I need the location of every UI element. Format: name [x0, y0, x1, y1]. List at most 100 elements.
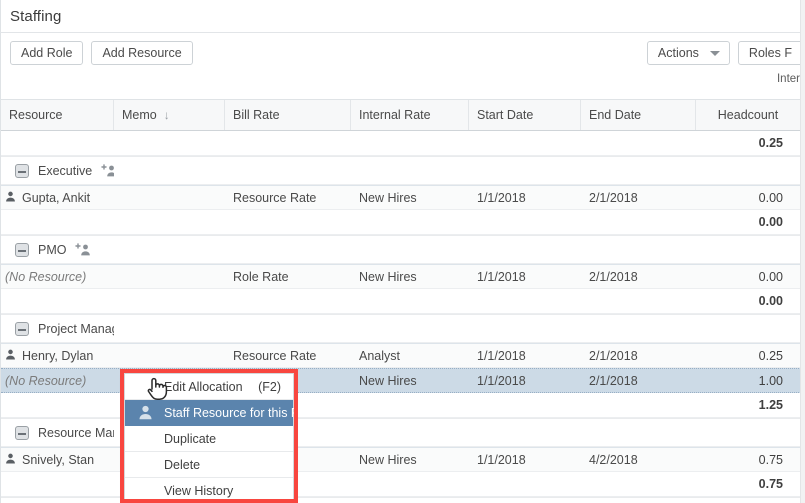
cell-start-date[interactable]: 1/1/2018 — [469, 448, 581, 471]
context-menu-item-label: Staff Resource for this Role — [164, 405, 317, 420]
table-group-row[interactable]: PMO — [1, 235, 801, 264]
page-title: Staffing — [10, 7, 62, 25]
toolbar: Add Role Add Resource Actions Roles F In… — [0, 33, 805, 99]
cell-resource[interactable]: Gupta, Ankit — [1, 186, 114, 209]
cell-bill-rate[interactable]: Resource Rate — [225, 344, 351, 367]
context-menu-item-edit-allocation[interactable]: Edit Allocation (F2) — [125, 374, 293, 400]
empty-cell — [114, 131, 225, 155]
column-header-bill-rate[interactable]: Bill Rate — [225, 100, 351, 130]
cell-resource[interactable]: Snively, Stan — [1, 448, 114, 471]
cell-headcount[interactable]: 0.00 — [696, 265, 801, 288]
cell-end-date[interactable]: 2/1/2018 — [581, 344, 696, 367]
column-header-end-date[interactable]: End Date — [581, 100, 696, 130]
roles-filter-button[interactable]: Roles F — [737, 41, 803, 65]
empty-cell — [469, 393, 581, 417]
table-group-row[interactable]: Executive — [1, 156, 801, 185]
column-header-label: Headcount — [717, 108, 779, 122]
column-header-start-date[interactable]: Start Date — [469, 100, 581, 130]
cell-start-date[interactable]: 1/1/2018 — [469, 344, 581, 367]
add-resource-button[interactable]: Add Resource — [91, 41, 193, 65]
cell-headcount[interactable]: 1.00 — [696, 369, 801, 392]
add-person-icon[interactable] — [101, 164, 114, 177]
empty-cell — [581, 472, 696, 496]
headcount-total-cell: 1.25 — [758, 398, 783, 412]
cell-end-date[interactable]: 4/2/2018 — [581, 448, 696, 471]
cell-end-date[interactable]: 2/1/2018 — [581, 265, 696, 288]
cell-memo[interactable] — [114, 265, 225, 288]
cell-memo[interactable] — [114, 344, 225, 367]
resource-name: Snively, Stan — [22, 452, 95, 467]
context-menu[interactable]: Edit Allocation (F2) Staff Resource for th… — [124, 373, 317, 503]
staffing-page: Staffing Add Role Add Resource Actions R… — [0, 0, 805, 503]
headcount-total-cell: 0.00 — [758, 215, 783, 229]
table-subtotal-row[interactable]: 0.00 — [1, 289, 801, 314]
cell-headcount[interactable]: 0.25 — [696, 344, 801, 367]
headcount-total-cell: 0.25 — [758, 136, 783, 150]
column-header-label: Start Date — [477, 108, 534, 122]
cell-internal-rate[interactable]: New Hires — [351, 448, 469, 471]
cell-headcount[interactable]: 0.00 — [696, 186, 801, 209]
empty-cell — [351, 393, 469, 417]
context-menu-item-delete[interactable]: Delete — [125, 452, 293, 478]
cell-internal-rate[interactable]: New Hires — [351, 265, 469, 288]
actions-dropdown-button[interactable]: Actions — [646, 41, 730, 65]
column-header-memo[interactable]: Memo ↓ — [114, 100, 225, 130]
add-role-button[interactable]: Add Role — [10, 41, 84, 65]
cell-bill-rate[interactable]: Role Rate — [225, 265, 351, 288]
resource-name: Henry, Dylan — [22, 348, 94, 363]
cell-end-date[interactable]: 2/1/2018 — [581, 186, 696, 209]
cell-resource[interactable]: (No Resource) — [1, 369, 114, 392]
cell-resource[interactable]: Henry, Dylan — [1, 344, 114, 367]
table-row[interactable]: (No Resource) Role Rate New Hires 1/1/2018 2… — [1, 264, 801, 289]
empty-cell — [581, 289, 696, 313]
context-menu-item-label: View History — [164, 484, 234, 498]
collapse-minus-icon[interactable] — [15, 425, 29, 440]
empty-cell — [1, 210, 114, 234]
empty-cell — [1, 472, 114, 496]
group-label: Project Manager — [38, 321, 114, 336]
cell-end-date[interactable]: 2/1/2018 — [581, 369, 696, 392]
cell-internal-rate[interactable]: New Hires — [351, 186, 469, 209]
column-header-resource[interactable]: Resource — [1, 100, 114, 130]
group-content: Resource Manag — [1, 425, 114, 440]
empty-cell — [581, 393, 696, 417]
context-menu-item-view-history[interactable]: View History — [125, 478, 293, 503]
empty-cell — [225, 289, 351, 313]
collapse-minus-icon[interactable] — [15, 321, 29, 336]
empty-cell — [351, 289, 469, 313]
context-menu-item-shortcut: (F2) — [258, 379, 281, 394]
collapse-minus-icon[interactable] — [15, 163, 29, 178]
collapse-minus-icon[interactable] — [15, 242, 29, 257]
person-icon — [5, 453, 16, 467]
add-person-icon[interactable] — [75, 243, 91, 256]
table-group-row[interactable]: Project Manager — [1, 314, 801, 343]
table-subtotal-row[interactable]: 0.00 — [1, 210, 801, 235]
empty-cell — [469, 472, 581, 496]
column-header-headcount[interactable]: Headcount — [696, 100, 801, 130]
cell-start-date[interactable]: 1/1/2018 — [469, 265, 581, 288]
table-row[interactable]: Henry, Dylan Resource Rate Analyst 1/1/2018… — [1, 343, 801, 368]
sort-descending-icon[interactable]: ↓ — [164, 109, 170, 121]
cell-memo[interactable] — [114, 186, 225, 209]
vertical-scrollbar[interactable] — [800, 0, 805, 503]
cell-internal-rate[interactable]: Analyst — [351, 344, 469, 367]
toolbar-left-group: Add Role Add Resource — [10, 41, 193, 65]
cell-start-date[interactable]: 1/1/2018 — [469, 369, 581, 392]
cell-resource[interactable]: (No Resource) — [1, 265, 114, 288]
group-cell: Resource Manag — [1, 419, 114, 446]
empty-cell — [114, 289, 225, 313]
cell-headcount[interactable]: 0.75 — [696, 448, 801, 471]
actions-label: Actions — [657, 46, 699, 60]
context-menu-item-staff-resource-for-this-role[interactable]: Staff Resource for this Role — [125, 400, 317, 426]
person-icon — [5, 349, 16, 363]
context-menu-item-duplicate[interactable]: Duplicate — [125, 426, 293, 452]
cell-start-date[interactable]: 1/1/2018 — [469, 186, 581, 209]
group-content: Executive — [1, 163, 114, 178]
column-header-label: Resource — [9, 108, 63, 122]
context-menu-item-label: Edit Allocation — [164, 379, 243, 394]
table-total-row[interactable]: 0.25 — [1, 131, 801, 156]
table-row[interactable]: Gupta, Ankit Resource Rate New Hires 1/1/20… — [1, 185, 801, 210]
cell-bill-rate[interactable]: Resource Rate — [225, 186, 351, 209]
cell-internal-rate[interactable]: New Hires — [351, 369, 469, 392]
column-header-internal-rate[interactable]: Internal Rate — [351, 100, 469, 130]
